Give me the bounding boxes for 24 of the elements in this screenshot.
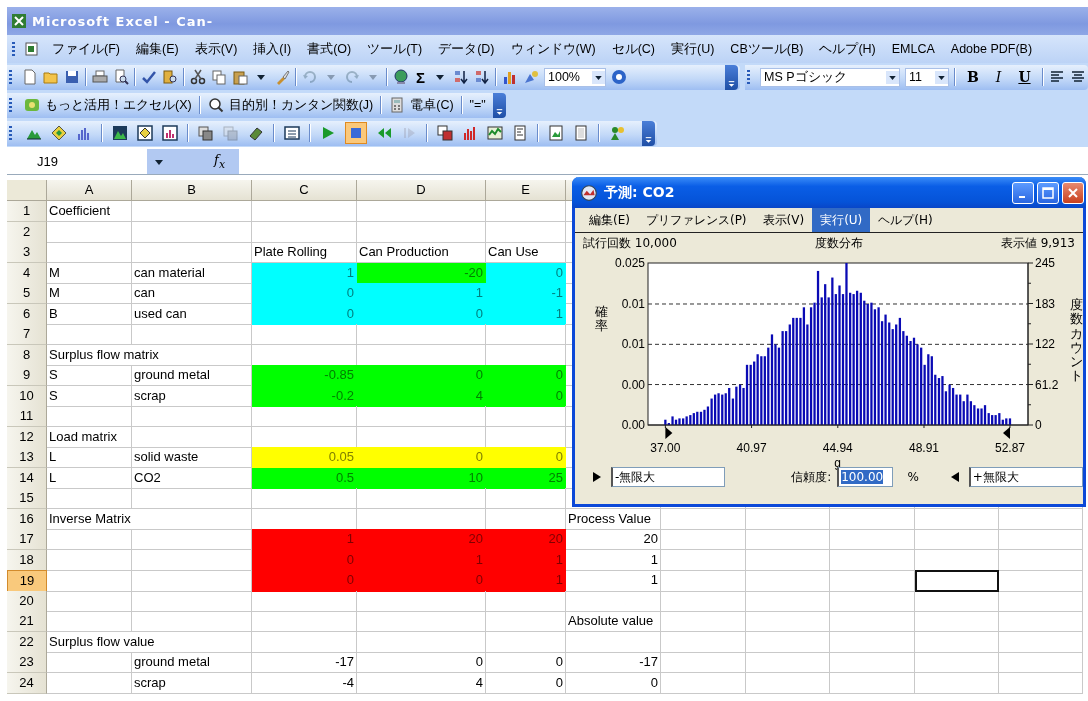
axis-label: 0.01 <box>621 337 645 352</box>
trials-label: 試行回数 10,000 <box>583 235 677 252</box>
axis-label: 122 <box>1035 337 1056 352</box>
axis-label: 0.00 <box>621 418 645 432</box>
axis-label: 44.94 <box>822 441 853 455</box>
axis-label: 183 <box>1035 297 1056 311</box>
axis-label: 48.91 <box>908 441 939 455</box>
axis-label: 61.2 <box>1035 377 1059 392</box>
axis-title: 確率 <box>595 305 608 334</box>
axis-label: 245 <box>1035 256 1056 270</box>
certainty-label: 信頼度: <box>791 468 832 486</box>
percent-label: % <box>907 470 919 484</box>
axis-label: 37.00 <box>650 441 681 455</box>
window-title: 予測: CO2 <box>604 183 675 202</box>
axis-label: 0.01 <box>621 297 645 311</box>
displayed-label: 表示値 9,913 <box>1000 235 1075 252</box>
axis-title: 度数カウント <box>1070 298 1083 384</box>
axis-label: 0.025 <box>614 256 645 270</box>
axis-label: 0.00 <box>621 377 645 392</box>
window-title: Microsoft Excel - Can- <box>32 13 214 29</box>
axis-label: 52.87 <box>994 441 1025 455</box>
view-label: 度数分布 <box>814 235 863 252</box>
axis-label: 40.97 <box>736 441 767 455</box>
axis-label: 0 <box>1035 418 1042 432</box>
